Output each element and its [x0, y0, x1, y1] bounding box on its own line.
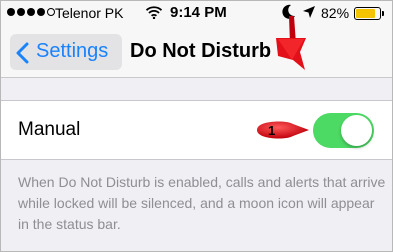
signal-strength-indicator [7, 8, 55, 16]
battery-tip [382, 11, 384, 16]
toggle-knob [341, 115, 372, 146]
do-not-disturb-description: When Do Not Disturb is enabled, calls an… [18, 174, 386, 232]
status-time: 9:14 PM [170, 4, 227, 21]
back-button[interactable]: Settings [10, 34, 122, 70]
signal-dot [47, 8, 55, 16]
signal-dot [17, 8, 25, 16]
step-badge: 1 [253, 116, 311, 149]
manual-label: Manual [18, 119, 81, 140]
battery-icon [354, 7, 381, 20]
chevron-left-icon [16, 42, 29, 69]
step-badge-number: 1 [268, 123, 275, 138]
battery-percentage: 82% [321, 5, 350, 21]
red-arrow-annotation [270, 16, 314, 77]
manual-toggle[interactable] [313, 113, 374, 148]
carrier-name: Telenor PK [55, 5, 124, 21]
navigation-bar: Settings Do Not Disturb [0, 26, 393, 78]
manual-setting-row: Manual [0, 100, 393, 160]
page-title: Do Not Disturb [130, 40, 272, 62]
signal-dot [37, 8, 45, 16]
signal-dot [7, 8, 15, 16]
wifi-icon [145, 5, 163, 24]
battery-level-fill [356, 9, 375, 18]
signal-dot [27, 8, 35, 16]
back-button-label: Settings [36, 40, 109, 62]
status-bar: Telenor PK 9:14 PM 82% [0, 0, 393, 26]
